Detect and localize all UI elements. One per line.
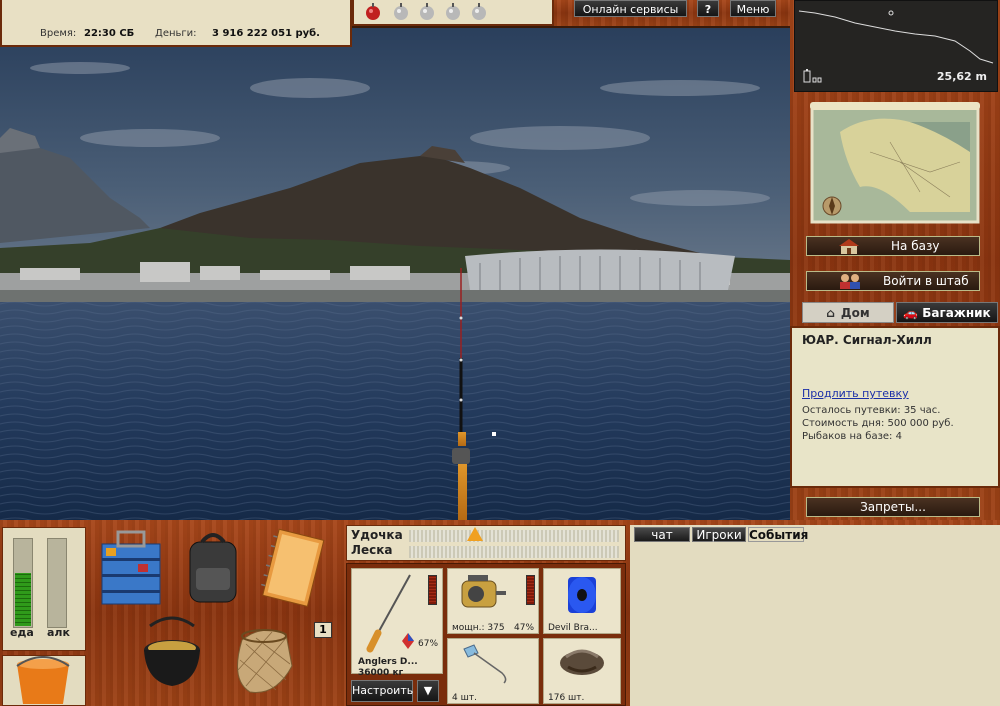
extend-ticket-link[interactable]: Продлить путевку: [802, 387, 988, 400]
reel-power: мощн.: 375: [452, 623, 505, 633]
lure-slots: [352, 0, 554, 26]
location-map[interactable]: [810, 102, 980, 228]
lure-red-icon[interactable]: [362, 1, 384, 23]
notebook-icon[interactable]: [258, 528, 330, 610]
rod-wear-bar: [428, 575, 437, 605]
float-icon: [463, 644, 507, 684]
reel-icon: [461, 575, 506, 608]
reel-slot[interactable]: мощн.: 375 47%: [447, 568, 539, 634]
tackle-panel: 67% Anglers D... 36000 кг мощн.: 375 47%: [346, 563, 626, 706]
rod-test: 36000 кг: [358, 668, 404, 678]
status-bar: Время: 22:30 СБ Деньги: 3 916 222 051 ру…: [0, 0, 352, 47]
house-icon: [839, 239, 859, 254]
line-spool-icon: [568, 577, 596, 613]
help-button[interactable]: ?: [697, 0, 719, 17]
rod-tension-marker: [467, 527, 484, 541]
time-label: Время:: [40, 28, 77, 39]
tab-trunk[interactable]: 🚗 Багажник: [896, 302, 998, 323]
float-count: 4 шт.: [452, 693, 477, 703]
reel-wear-bar: [526, 575, 535, 605]
configure-button[interactable]: Настроить: [351, 680, 413, 702]
tab-players[interactable]: Игроки: [692, 527, 746, 542]
anglers-count: Рыбаков на базе: 4: [802, 431, 902, 442]
home-icon: ⌂: [826, 306, 835, 320]
line-tension-bar: [409, 546, 619, 558]
float-slot[interactable]: 4 шт.: [447, 638, 539, 704]
online-services-button[interactable]: Онлайн сервисы: [574, 0, 687, 17]
rod-label: Удочка: [351, 528, 403, 542]
location-title: ЮАР. Сигнал-Хилл: [802, 333, 932, 347]
enter-hq-button[interactable]: Войти в штаб: [806, 271, 980, 291]
food-meter: [13, 538, 33, 628]
bans-button[interactable]: Запреты...: [806, 497, 980, 517]
people-icon: [840, 274, 860, 289]
money-label: Деньги:: [155, 28, 197, 39]
tackle-box-icon[interactable]: [98, 528, 164, 608]
bait-icon: [560, 649, 604, 675]
home-tabs: ⌂ Дом 🚗 Багажник: [802, 302, 998, 324]
time-value: 22:30 СБ: [84, 28, 135, 39]
money-value: 3 916 222 051 руб.: [212, 28, 320, 39]
lure-silver-icon[interactable]: [390, 1, 412, 23]
menu-button[interactable]: Меню: [730, 0, 776, 17]
tab-home[interactable]: ⌂ Дом: [802, 302, 894, 323]
line-slot[interactable]: Devil Bra...: [543, 568, 621, 634]
top-wood-strip: Онлайн сервисы ? Меню: [554, 0, 790, 26]
rod-name: Anglers D...: [358, 657, 418, 667]
line-name: Devil Bra...: [548, 623, 598, 633]
location-info: ЮАР. Сигнал-Хилл Продлить путевку Остало…: [790, 326, 1000, 488]
bucket-slot[interactable]: [2, 655, 86, 706]
reel-percent: 47%: [514, 623, 535, 633]
bottom-panel: еда алк 1 Удочка Леска 67% Anglers D... …: [0, 520, 1000, 706]
configure-dropdown-button[interactable]: ▼: [417, 680, 439, 702]
bait-count: 176 шт.: [548, 693, 585, 703]
cooking-pot-icon[interactable]: [140, 616, 204, 694]
alcohol-meter: [47, 538, 67, 628]
food-label: еда: [10, 626, 34, 639]
map-image: [810, 102, 980, 224]
lake-view: [0, 28, 790, 520]
tension-panel: Удочка Леска: [346, 525, 626, 561]
bucket-icon: [16, 656, 70, 704]
lure-silver-icon[interactable]: [442, 1, 464, 23]
alcohol-label: алк: [47, 626, 70, 639]
bait-slot[interactable]: 176 шт.: [543, 638, 621, 704]
rod-slot[interactable]: 67% Anglers D... 36000 кг: [351, 568, 443, 678]
status-meters: еда алк: [2, 527, 86, 651]
chat-panel[interactable]: чат Игроки События: [630, 525, 1000, 706]
right-panel: 25,62 m На базу Войти в штаб ⌂ Дом 🚗 Баг…: [790, 0, 1000, 520]
to-base-button[interactable]: На базу: [806, 236, 980, 256]
lure-silver-icon[interactable]: [468, 1, 490, 23]
fishing-scene[interactable]: [0, 28, 790, 520]
rod-percent: 67%: [418, 639, 439, 649]
depth-sonar: 25,62 m: [794, 0, 998, 92]
food-meter-fill: [15, 572, 31, 626]
rod-icon: [366, 574, 414, 653]
battery-icon: [803, 69, 822, 83]
inventory-count-badge: 1: [314, 622, 332, 638]
lure-silver-icon[interactable]: [416, 1, 438, 23]
tab-events[interactable]: События: [748, 527, 808, 542]
line-label: Леска: [351, 543, 393, 557]
backpack-icon[interactable]: [184, 530, 242, 606]
rod-tension-bar: [409, 527, 619, 542]
car-icon: 🚗: [903, 306, 919, 320]
fish-net-bag-icon[interactable]: [226, 620, 298, 698]
remaining-ticket: Осталось путевки: 35 час.: [802, 405, 941, 416]
depth-value: 25,62 m: [936, 70, 987, 83]
day-cost: Стоимость дня: 500 000 руб.: [802, 418, 954, 429]
tab-chat[interactable]: чат: [634, 527, 690, 542]
